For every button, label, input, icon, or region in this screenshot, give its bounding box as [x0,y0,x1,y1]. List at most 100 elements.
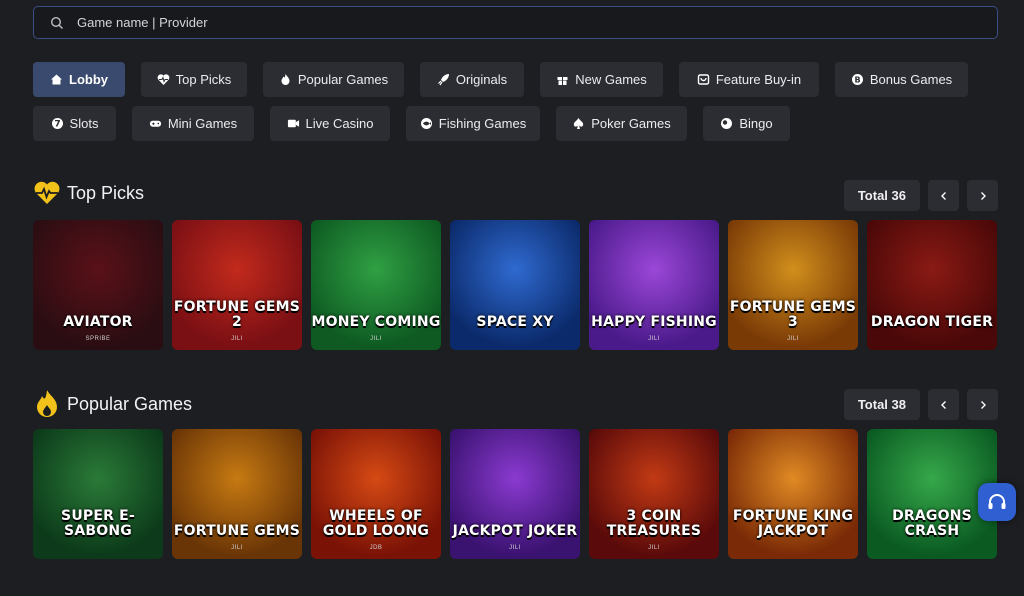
tab-fishing-games[interactable]: Fishing Games [406,106,540,141]
game-title: FORTUNE KING JACKPOT [732,508,854,539]
provider-logo: JILI [648,336,660,342]
tab-feature-buy-in[interactable]: Feature Buy-in [679,62,819,97]
flame-icon [279,73,292,86]
game-card[interactable]: SUPER E-SABONG [33,429,163,559]
popular-controls: Total 38 [843,389,998,420]
game-thumbnail [867,220,997,350]
game-thumbnail [33,429,163,559]
game-thumbnail [589,220,719,350]
search-icon [50,16,64,30]
game-card[interactable]: FORTUNE GEMS 3 JILI [728,220,858,350]
gift-icon [556,73,569,86]
game-card[interactable]: MONEY COMING JILI [311,220,441,350]
game-card[interactable]: 3 COIN TREASURES JILI [589,429,719,559]
provider-logo: JILI [648,545,660,551]
svg-text:B: B [854,76,860,85]
prev-button[interactable] [928,180,959,211]
gamepad-icon [149,117,162,130]
game-title: WHEELS OF GOLD LOONG [322,508,430,539]
top-picks-controls: Total 36 [843,180,998,211]
game-title: 3 COIN TREASURES [606,508,702,539]
popular-cards: SUPER E-SABONG FORTUNE GEMS JILI WHEELS OF … [33,429,997,559]
game-thumbnail [311,220,441,350]
tab-popular-games[interactable]: Popular Games [263,62,404,97]
tab-poker-games[interactable]: Poker Games [556,106,687,141]
chevron-left-icon [939,400,949,410]
spade-icon [572,117,585,130]
tab-live-casino[interactable]: Live Casino [270,106,390,141]
heart-pulse-icon [157,73,170,86]
heart-pulse-icon [33,180,61,206]
tab-top-picks[interactable]: Top Picks [141,62,247,97]
total-count-button[interactable]: Total 38 [843,389,920,420]
game-thumbnail [33,220,163,350]
provider-logo: JILI [370,336,382,342]
game-title: AVIATOR [63,314,133,330]
provider-logo: JILI [787,336,799,342]
chevron-right-icon [978,191,988,201]
game-thumbnail [450,220,580,350]
game-thumbnail [172,220,302,350]
game-thumbnail [450,429,580,559]
rocket-icon [437,73,450,86]
game-card[interactable]: HAPPY FISHING JILI [589,220,719,350]
fish-icon [420,117,433,130]
provider-logo: JILI [509,545,521,551]
tab-bonus-games[interactable]: B Bonus Games [835,62,968,97]
game-title: DRAGON TIGER [870,314,994,330]
video-icon [287,117,300,130]
game-title: SUPER E-SABONG [61,508,135,539]
tab-slots[interactable]: 7 Slots [33,106,116,141]
game-card[interactable]: WHEELS OF GOLD LOONG JDB [311,429,441,559]
cart-icon [697,73,710,86]
provider-logo: JILI [231,545,243,551]
game-card[interactable]: FORTUNE GEMS 2 JILI [172,220,302,350]
ball-icon [720,117,733,130]
search-input[interactable] [77,15,677,30]
svg-text:7: 7 [54,120,60,130]
provider-logo: JILI [231,336,243,342]
support-button[interactable] [978,483,1016,521]
home-icon [50,73,63,86]
game-thumbnail [311,429,441,559]
category-row-1: Lobby Top Picks Popular Games Originals … [33,62,968,97]
game-card[interactable]: FORTUNE KING JACKPOT [728,429,858,559]
seven-icon: 7 [51,117,64,130]
section-title-popular-games: Popular Games [33,389,192,419]
game-thumbnail [589,429,719,559]
coin-icon: B [851,73,864,86]
section-title-top-picks: Top Picks [33,180,144,206]
tab-bingo[interactable]: Bingo [703,106,790,141]
prev-button[interactable] [928,389,959,420]
game-thumbnail [728,220,858,350]
tab-mini-games[interactable]: Mini Games [132,106,254,141]
game-title: FORTUNE GEMS [173,523,301,539]
game-card[interactable]: FORTUNE GEMS JILI [172,429,302,559]
game-title: SPACE XY [476,314,554,330]
chevron-right-icon [978,400,988,410]
tab-new-games[interactable]: New Games [540,62,663,97]
provider-logo: JDB [369,545,383,551]
next-button[interactable] [967,180,998,211]
game-title: JACKPOT JOKER [452,523,578,539]
game-title: FORTUNE GEMS 2 [173,299,301,330]
game-card[interactable]: DRAGON TIGER [867,220,997,350]
game-card[interactable]: AVIATOR SPRIBE [33,220,163,350]
total-count-button[interactable]: Total 36 [843,180,920,211]
next-button[interactable] [967,389,998,420]
game-card[interactable]: SPACE XY [450,220,580,350]
category-row-2: 7 Slots Mini Games Live Casino Fishing G… [33,106,790,141]
game-title: FORTUNE GEMS 3 [729,299,857,330]
search-bar[interactable] [33,6,998,39]
top-picks-cards: AVIATOR SPRIBE FORTUNE GEMS 2 JILI MONEY COM… [33,220,997,350]
game-title: MONEY COMING [311,314,441,330]
game-card[interactable]: JACKPOT JOKER JILI [450,429,580,559]
game-thumbnail [728,429,858,559]
tab-lobby[interactable]: Lobby [33,62,125,97]
flame-icon [33,389,61,419]
game-thumbnail [172,429,302,559]
game-title: HAPPY FISHING [591,314,717,330]
provider-logo: SPRIBE [85,336,111,342]
chevron-left-icon [939,191,949,201]
tab-originals[interactable]: Originals [420,62,524,97]
